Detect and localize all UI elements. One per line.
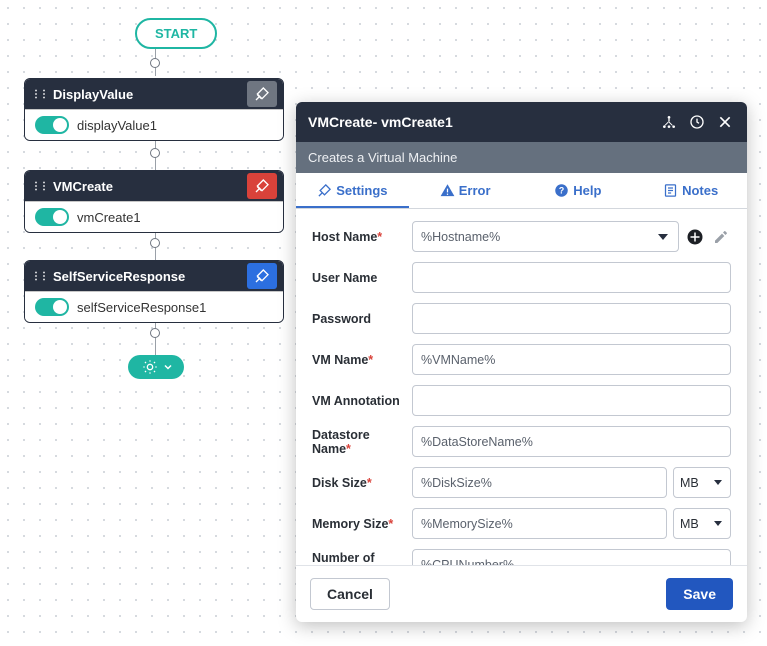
drag-handle-icon[interactable]: ⋮⋮ [31, 181, 47, 192]
start-label: START [155, 26, 197, 41]
svg-text:?: ? [559, 186, 564, 196]
panel-subtitle: Creates a Virtual Machine [296, 142, 747, 173]
workflow-node-vm-create[interactable]: ⋮⋮ VMCreate vmCreate1 [24, 170, 284, 233]
vmname-label: VM Name* [312, 353, 412, 367]
node-toggle[interactable] [35, 208, 69, 226]
node-title: SelfServiceResponse [53, 269, 247, 284]
add-icon[interactable] [685, 227, 705, 247]
disksize-label: Disk Size* [312, 476, 412, 490]
password-input[interactable] [412, 303, 731, 334]
cpus-input[interactable] [412, 549, 731, 565]
hostname-select[interactable]: %Hostname% [412, 221, 679, 252]
panel-branch-icon[interactable] [659, 112, 679, 132]
datastore-input[interactable] [412, 426, 731, 457]
node-title: DisplayValue [53, 87, 247, 102]
disksize-unit-select[interactable]: MB [673, 467, 731, 498]
username-input[interactable] [412, 262, 731, 293]
node-tool-button[interactable] [247, 81, 277, 107]
username-label: User Name [312, 271, 412, 285]
drag-handle-icon[interactable]: ⋮⋮ [31, 271, 47, 282]
panel-title: VMCreate- vmCreate1 [308, 114, 651, 130]
tab-help[interactable]: ? Help [522, 173, 635, 208]
tab-error[interactable]: Error [409, 173, 522, 208]
cpus-label: Number of CPUs* [312, 551, 412, 566]
node-instance-name: vmCreate1 [77, 210, 141, 225]
node-title: VMCreate [53, 179, 247, 194]
memorysize-label: Memory Size* [312, 517, 412, 531]
hostname-label: Host Name* [312, 230, 412, 244]
vmname-input[interactable] [412, 344, 731, 375]
close-icon[interactable] [715, 112, 735, 132]
vmannotation-label: VM Annotation [312, 394, 412, 408]
edit-icon[interactable] [711, 227, 731, 247]
node-toggle[interactable] [35, 116, 69, 134]
node-tool-button[interactable] [247, 263, 277, 289]
node-instance-name: selfServiceResponse1 [77, 300, 206, 315]
tab-notes[interactable]: Notes [634, 173, 747, 208]
drag-handle-icon[interactable]: ⋮⋮ [31, 89, 47, 100]
datastore-label: Datastore Name* [312, 428, 412, 456]
panel-tabs: Settings Error ? Help Notes [296, 173, 747, 209]
notes-icon [663, 183, 678, 198]
settings-icon [317, 183, 332, 198]
tab-settings[interactable]: Settings [296, 173, 409, 208]
node-settings-panel: VMCreate- vmCreate1 Creates a Virtual Ma… [296, 102, 747, 622]
vmannotation-input[interactable] [412, 385, 731, 416]
memorysize-unit-select[interactable]: MB [673, 508, 731, 539]
output-icon [142, 359, 158, 375]
cancel-button[interactable]: Cancel [310, 578, 390, 610]
disksize-input[interactable] [412, 467, 667, 498]
chevron-down-icon [162, 361, 174, 373]
node-tool-button[interactable] [247, 173, 277, 199]
save-button[interactable]: Save [666, 578, 733, 610]
memorysize-input[interactable] [412, 508, 667, 539]
error-icon [440, 183, 455, 198]
node-instance-name: displayValue1 [77, 118, 157, 133]
panel-history-icon[interactable] [687, 112, 707, 132]
start-node[interactable]: START [135, 18, 217, 49]
help-icon: ? [554, 183, 569, 198]
workflow-node-self-service-response[interactable]: ⋮⋮ SelfServiceResponse selfServiceRespon… [24, 260, 284, 323]
node-toggle[interactable] [35, 298, 69, 316]
password-label: Password [312, 312, 412, 326]
workflow-node-display-value[interactable]: ⋮⋮ DisplayValue displayValue1 [24, 78, 284, 141]
end-node[interactable] [128, 355, 184, 379]
